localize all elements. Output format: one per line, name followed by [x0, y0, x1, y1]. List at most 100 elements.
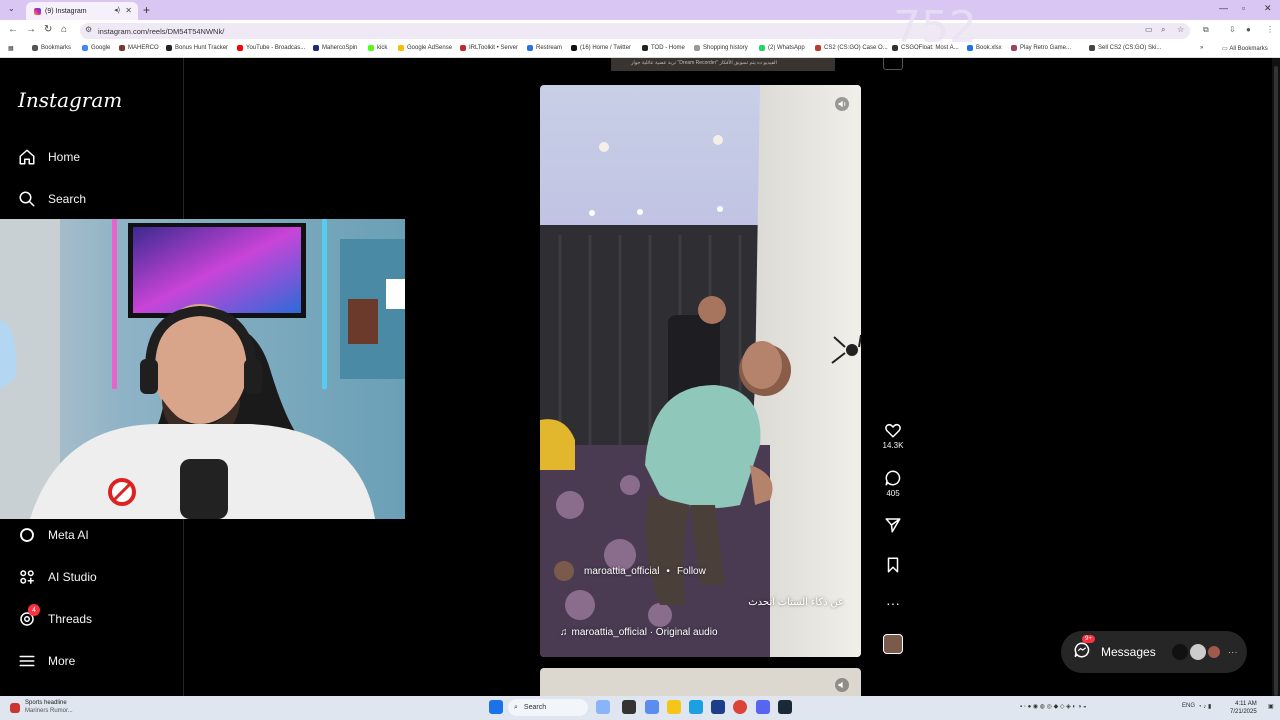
bookmark-item[interactable]: Google — [82, 45, 110, 51]
nav-threads[interactable]: 4 Threads — [18, 604, 92, 628]
bookmarks-bar: ▦ Bookmarks Google MAHERCO Bonus Hunt Track… — [0, 42, 1280, 58]
bookmark-favicon-icon — [166, 45, 172, 51]
all-bookmarks-button[interactable]: ▭ All Bookmarks — [1222, 45, 1268, 53]
tray-language[interactable]: ENG — [1182, 703, 1195, 709]
taskbar-search[interactable]: ⌕ Search — [508, 699, 588, 716]
next-reel-preview[interactable] — [540, 668, 861, 696]
scrollbar-thumb[interactable] — [1274, 66, 1278, 696]
tab-search-icon[interactable]: ⌄ — [8, 4, 15, 13]
home-button[interactable]: ⌂ — [61, 24, 67, 35]
save-action[interactable] — [878, 556, 908, 576]
close-window-button[interactable]: ✕ — [1264, 3, 1272, 14]
share-action[interactable] — [878, 516, 908, 536]
follow-button[interactable]: Follow — [677, 566, 706, 577]
tray-clock[interactable]: 4:11 AM 7/21/2025 — [1230, 700, 1257, 716]
nav-more[interactable]: More — [18, 652, 75, 670]
nav-ai-studio[interactable]: AI Studio — [18, 568, 97, 586]
bookmark-item[interactable]: Bookmarks — [32, 45, 71, 51]
like-action[interactable]: 14.3K — [878, 421, 908, 450]
bookmark-item[interactable]: kick — [368, 45, 387, 51]
bookmark-item[interactable]: (16) Home / Twitter — [571, 45, 631, 51]
nav-search[interactable]: Search — [18, 190, 86, 208]
messages-more-icon[interactable]: ··· — [1228, 647, 1238, 658]
install-app-icon[interactable]: ▭ — [1145, 25, 1153, 34]
start-menu-icon[interactable] — [489, 700, 503, 714]
page-scrollbar[interactable] — [1272, 58, 1280, 696]
audio-label: maroattia_official · Original audio — [571, 627, 718, 638]
bookmark-item[interactable]: (2) WhatsApp — [759, 45, 805, 51]
author-avatar[interactable] — [554, 561, 574, 581]
message-avatar — [1171, 644, 1188, 660]
bookmark-item[interactable]: Sell CS2 (CS:GO) Ski... — [1089, 45, 1161, 51]
extensions-icon[interactable]: ⧉ — [1203, 25, 1209, 35]
apps-icon[interactable]: ▦ — [8, 45, 14, 52]
audio-thumbnail[interactable] — [878, 634, 908, 656]
bookmark-item[interactable]: CSGOFloat: Most A... — [892, 45, 959, 51]
bookmark-item[interactable]: CS2 (CS:GO) Case O... — [815, 45, 888, 51]
minimize-button[interactable]: — — [1219, 3, 1228, 13]
nav-meta-ai[interactable]: Meta AI — [18, 526, 89, 544]
bookmark-item[interactable]: IRLToolkit • Server — [460, 45, 518, 51]
notification-icon[interactable]: ▣ — [1268, 703, 1274, 710]
photos-icon[interactable] — [711, 700, 725, 714]
zoom-icon[interactable]: ⌕ — [1161, 25, 1165, 35]
bookmark-item[interactable]: TOD - Home — [642, 45, 685, 51]
music-note-icon: ♫ — [560, 627, 568, 638]
next-reel-mute-icon[interactable] — [835, 678, 849, 696]
reel-caption[interactable]: عن ذكاء الستات اتحدث — [748, 597, 844, 608]
bookmarks-overflow-icon[interactable]: » — [1200, 45, 1203, 51]
steam-icon[interactable] — [778, 700, 792, 714]
terminal-icon[interactable] — [622, 700, 636, 714]
new-tab-button[interactable]: + — [143, 3, 150, 17]
comment-count: 405 — [886, 489, 900, 498]
site-info-icon[interactable]: ⚙ — [85, 25, 92, 34]
browser-tab-strip: ⌄ (9) Instagram ◂) ✕ + — ▫ ✕ — [0, 0, 1280, 20]
nav-home[interactable]: Home — [18, 148, 80, 166]
back-button[interactable]: ← — [8, 24, 18, 35]
more-options-icon[interactable]: ··· — [878, 595, 908, 611]
news-widget-icon[interactable] — [10, 703, 20, 713]
reload-button[interactable]: ↻ — [44, 24, 52, 35]
author-username[interactable]: maroattia_official — [584, 566, 659, 577]
downloads-icon[interactable]: ⇩ — [1229, 25, 1236, 34]
instagram-logo[interactable]: Instagram — [18, 88, 122, 112]
profile-avatar[interactable]: ● — [1246, 25, 1251, 34]
bookmark-item[interactable]: Book.xlsx — [967, 45, 1002, 51]
bookmark-star-icon[interactable]: ☆ — [1177, 25, 1184, 34]
tab-title: (9) Instagram — [45, 7, 87, 15]
discord-icon[interactable] — [756, 700, 770, 714]
bookmark-item[interactable]: MahercoSpin — [313, 45, 357, 51]
bookmark-item[interactable]: Google AdSense — [398, 45, 452, 51]
bookmark-item[interactable]: Bonus Hunt Tracker — [166, 45, 228, 51]
messages-button[interactable]: 9+ Messages ··· — [1061, 631, 1247, 673]
bookmark-item[interactable]: MAHERCO — [119, 45, 159, 51]
mute-icon[interactable] — [835, 97, 849, 114]
tab-close-icon[interactable]: ✕ — [125, 6, 132, 15]
bookmark-item[interactable]: Play Retro Game... — [1011, 45, 1071, 51]
bookmark-label: TOD - Home — [651, 45, 685, 51]
news-widget[interactable]: Sports headline Mariners Rumor... — [25, 699, 73, 715]
tray-network-icon[interactable]: ◔ ♪ ▮ — [1198, 703, 1211, 710]
address-bar[interactable]: ⚙ instagram.com/reels/DM54T54NWNk/ — [80, 23, 1190, 39]
edge-icon[interactable] — [689, 700, 703, 714]
bookmark-item[interactable]: YouTube - Broadcas... — [237, 45, 305, 51]
tab-audio-icon[interactable]: ◂) — [114, 6, 120, 14]
browser-tab[interactable]: (9) Instagram ◂) ✕ — [26, 2, 138, 20]
nav-search-label: Search — [48, 192, 87, 206]
reel-audio-row[interactable]: ♫ maroattia_official · Original audio — [560, 627, 718, 638]
bookmark-item[interactable]: Restream — [527, 45, 562, 51]
browser-menu-icon[interactable]: ⋮ — [1266, 25, 1274, 34]
reel-video[interactable]: maroattia_official • Follow عن ذكاء الست… — [540, 85, 861, 657]
forward-button[interactable]: → — [26, 24, 36, 35]
chrome-icon[interactable] — [733, 700, 747, 714]
task-view-icon[interactable] — [596, 700, 610, 714]
comment-action[interactable]: 405 — [878, 469, 908, 498]
bookmark-item[interactable]: Shopping history — [694, 45, 748, 51]
copilot-icon[interactable] — [645, 700, 659, 714]
maximize-button[interactable]: ▫ — [1242, 3, 1245, 13]
bookmark-favicon-icon — [119, 45, 125, 51]
file-explorer-icon[interactable] — [667, 700, 681, 714]
bookmark-label: Google AdSense — [407, 45, 453, 51]
tray-app-icons[interactable]: ▪ ◦ ● ◉ ◍ ◎ ◆ ◇ ◈ ◐ ◑ ◒ — [1020, 703, 1087, 710]
bookmark-icon — [884, 557, 902, 576]
